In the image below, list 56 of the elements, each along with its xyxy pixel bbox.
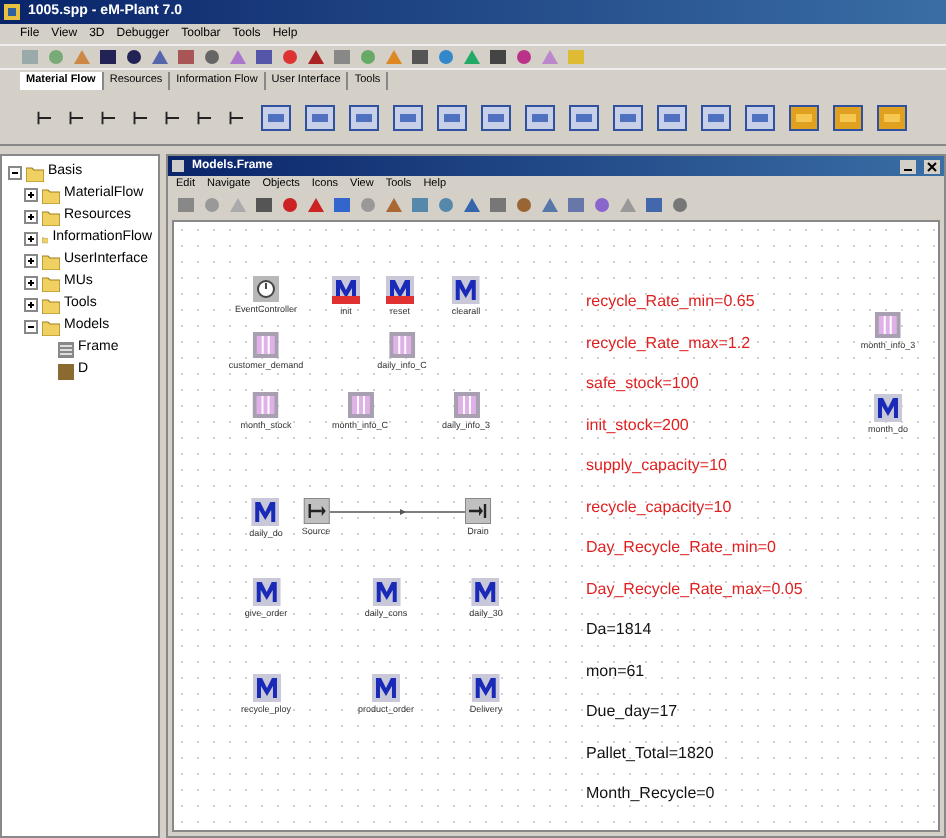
variable-label: init_stock=200 bbox=[586, 413, 691, 437]
palette-icon[interactable] bbox=[788, 101, 820, 133]
method-icon[interactable] bbox=[332, 276, 360, 304]
method-icon[interactable] bbox=[252, 674, 280, 702]
palette-icon[interactable] bbox=[304, 101, 336, 133]
variable-label: Due_day=17 bbox=[586, 700, 680, 724]
expand-icon[interactable] bbox=[24, 188, 38, 202]
variable-label: Day_Recycle_Rate_max=0.05 bbox=[586, 577, 803, 601]
source-icon[interactable] bbox=[303, 498, 329, 524]
palette-icon[interactable] bbox=[348, 101, 380, 133]
method-icon[interactable] bbox=[874, 394, 902, 422]
method-icon[interactable] bbox=[472, 674, 500, 702]
palette-icon[interactable] bbox=[612, 101, 644, 133]
expand-icon[interactable] bbox=[24, 232, 38, 246]
variable-label: supply_capacity=10 bbox=[586, 454, 729, 478]
frame-icon bbox=[172, 160, 184, 172]
method-icon[interactable] bbox=[372, 578, 400, 606]
minimize-icon[interactable] bbox=[900, 159, 916, 173]
expand-icon[interactable] bbox=[24, 210, 38, 224]
method-icon[interactable] bbox=[472, 578, 500, 606]
variable-label: mon=61 bbox=[586, 659, 647, 683]
collapse-icon[interactable] bbox=[24, 320, 38, 334]
variable-label: Month_Recycle=0 bbox=[586, 782, 717, 806]
method-icon[interactable] bbox=[252, 498, 280, 526]
expand-icon[interactable] bbox=[24, 254, 38, 268]
drain-icon[interactable] bbox=[465, 498, 491, 524]
palette-icon[interactable] bbox=[832, 101, 864, 133]
method-icon[interactable] bbox=[452, 276, 480, 304]
variable-label: recycle_Rate_max=1.2 bbox=[586, 331, 753, 355]
method-icon[interactable] bbox=[252, 578, 280, 606]
expand-icon[interactable] bbox=[24, 298, 38, 312]
palette-icon[interactable] bbox=[700, 101, 732, 133]
palette-icon[interactable] bbox=[876, 101, 908, 133]
method-icon[interactable] bbox=[386, 276, 414, 304]
collapse-icon[interactable] bbox=[8, 166, 22, 180]
palette-icon[interactable] bbox=[524, 101, 556, 133]
palette-icon[interactable] bbox=[436, 101, 468, 133]
palette-icon[interactable] bbox=[260, 101, 292, 133]
variable-label: Day_Recycle_Rate_min=0 bbox=[586, 536, 778, 560]
variable-label: recycle_capacity=10 bbox=[586, 495, 734, 519]
palette-icon[interactable] bbox=[656, 101, 688, 133]
palette-icon[interactable] bbox=[568, 101, 600, 133]
close-icon[interactable] bbox=[924, 159, 940, 173]
palette-icon[interactable] bbox=[744, 101, 776, 133]
object-icon bbox=[58, 363, 74, 379]
clock-icon[interactable] bbox=[253, 276, 279, 302]
variable-label: Da=1814 bbox=[586, 618, 654, 642]
method-icon[interactable] bbox=[372, 674, 400, 702]
variable-label: recycle_Rate_min=0.65 bbox=[586, 290, 757, 314]
variable-label: safe_stock=100 bbox=[586, 372, 701, 396]
variable-label: Pallet_Total=1820 bbox=[586, 741, 716, 765]
palette-icon[interactable] bbox=[392, 101, 424, 133]
expand-icon[interactable] bbox=[24, 276, 38, 290]
frame-icon bbox=[58, 341, 74, 357]
app-icon bbox=[4, 4, 20, 20]
palette-icon[interactable] bbox=[480, 101, 512, 133]
